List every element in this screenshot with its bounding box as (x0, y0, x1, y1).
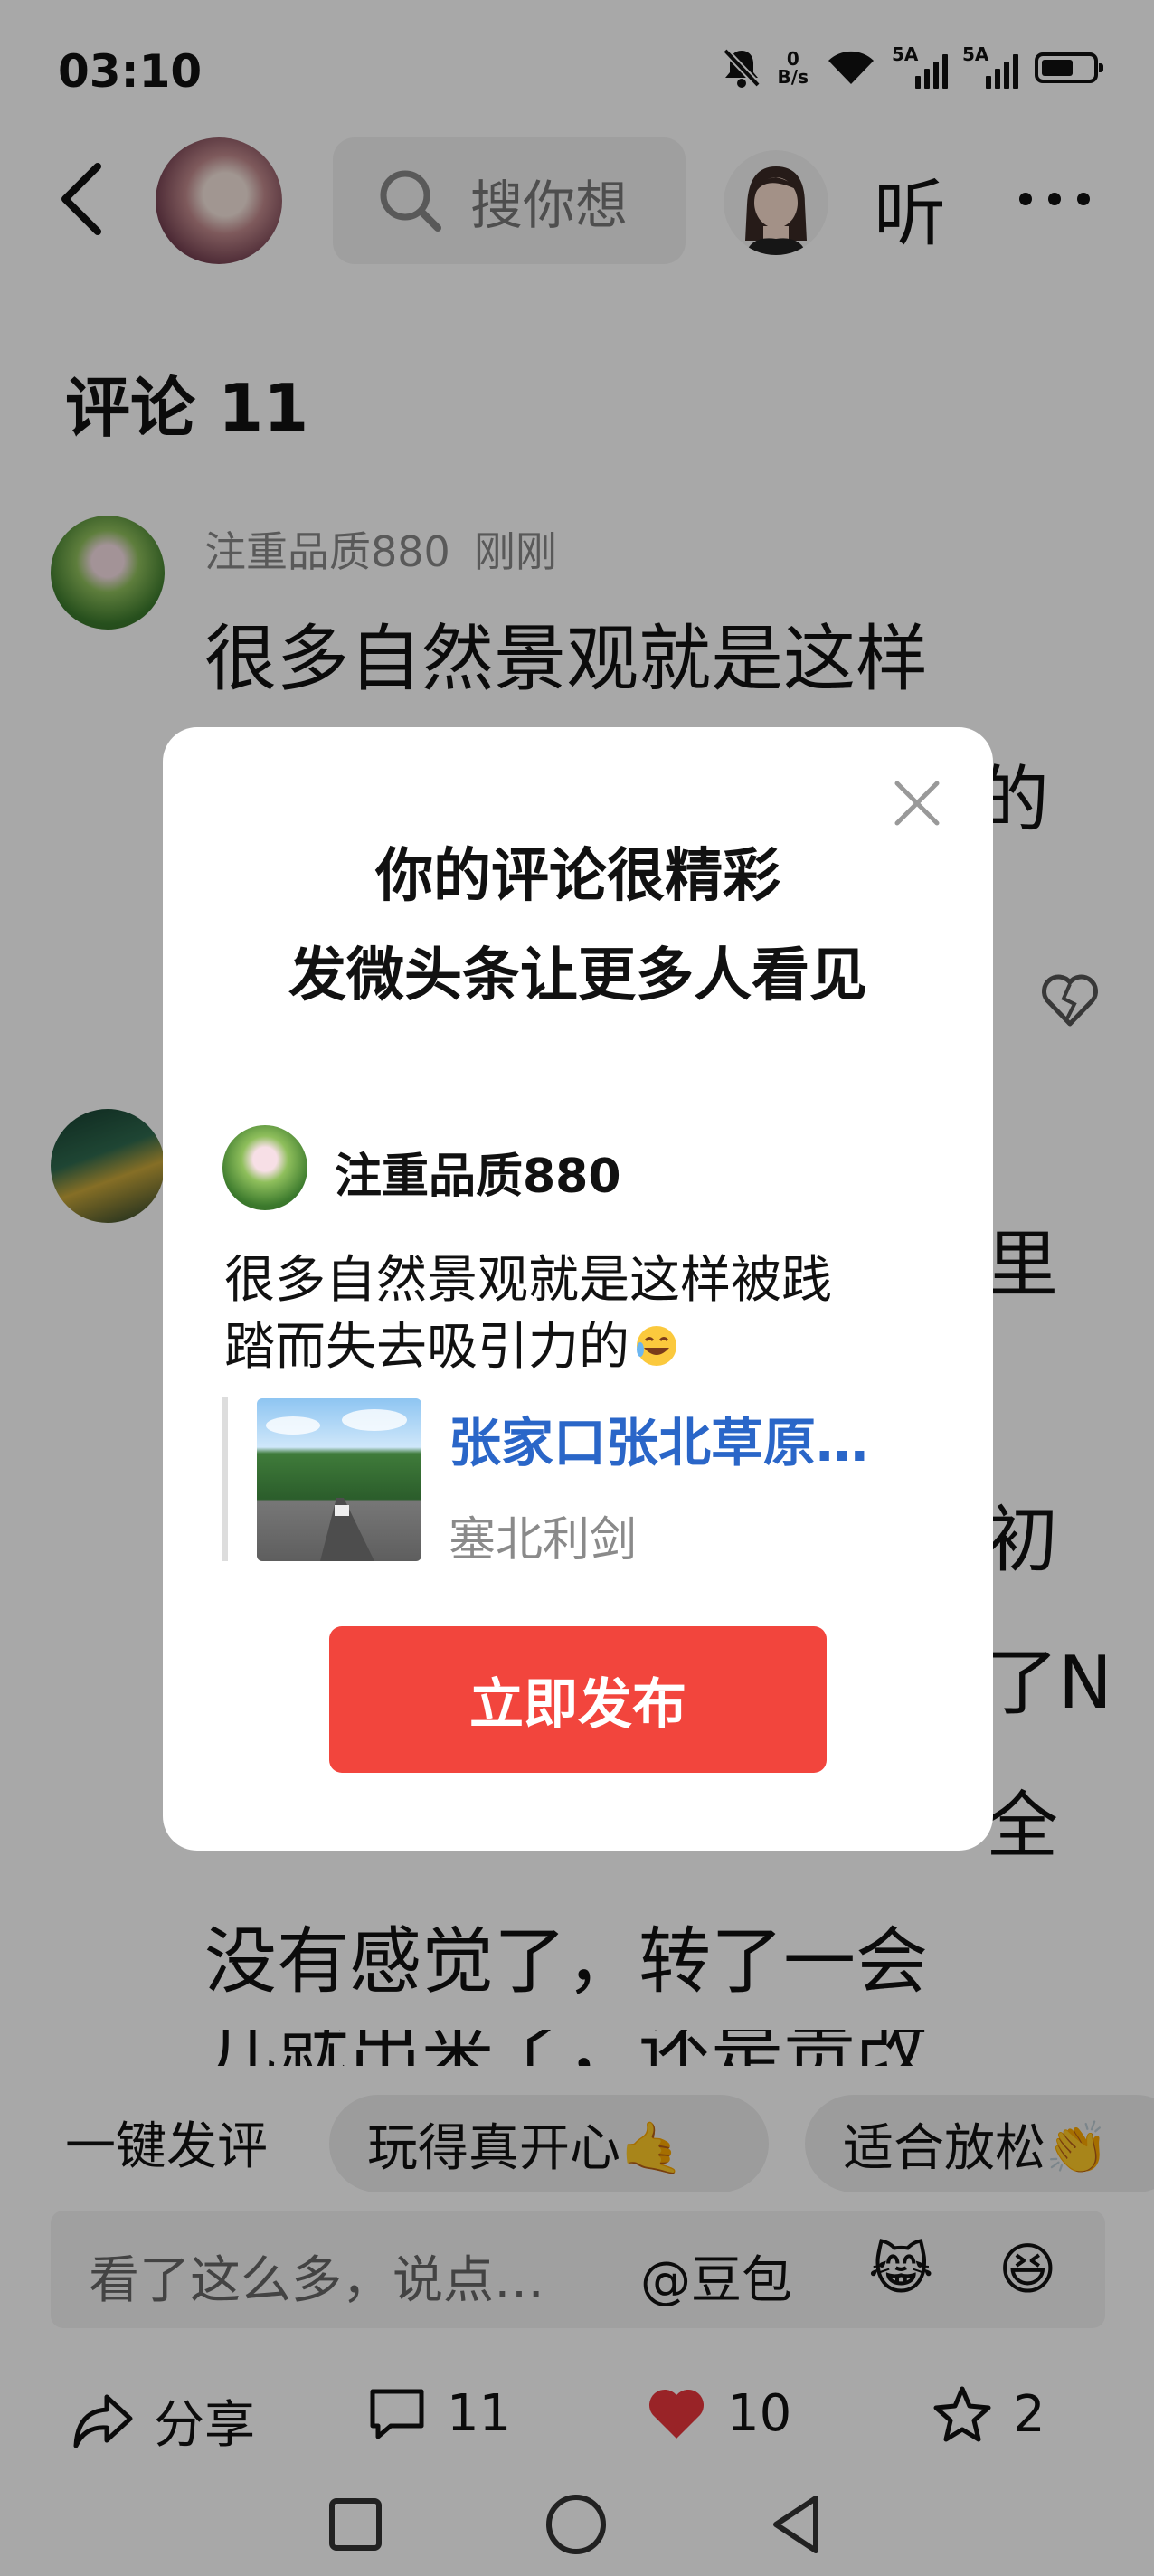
preview-comment-text: 很多自然景观就是这样被践 (224, 1251, 832, 1310)
publish-now-button[interactable]: 立即发布 (329, 1626, 827, 1773)
preview-comment-text-line2: 踏而失去吸引力的 (224, 1318, 629, 1377)
dialog-title: 你的评论很精彩 (375, 843, 780, 910)
laugh-cry-emoji-icon (637, 1326, 676, 1366)
close-icon[interactable] (888, 774, 946, 832)
article-author: 塞北利剑 (449, 1513, 638, 1567)
article-title: 张家口张北草原… (449, 1412, 869, 1473)
preview-comment-text: 踏而失去吸引力的 (224, 1306, 680, 1379)
quote-bar (222, 1397, 228, 1561)
article-thumbnail (257, 1398, 421, 1561)
user-name: 注重品质880 (335, 1150, 621, 1204)
user-avatar (222, 1125, 307, 1210)
dialog-subtitle: 发微头条让更多人看见 (288, 942, 867, 1009)
